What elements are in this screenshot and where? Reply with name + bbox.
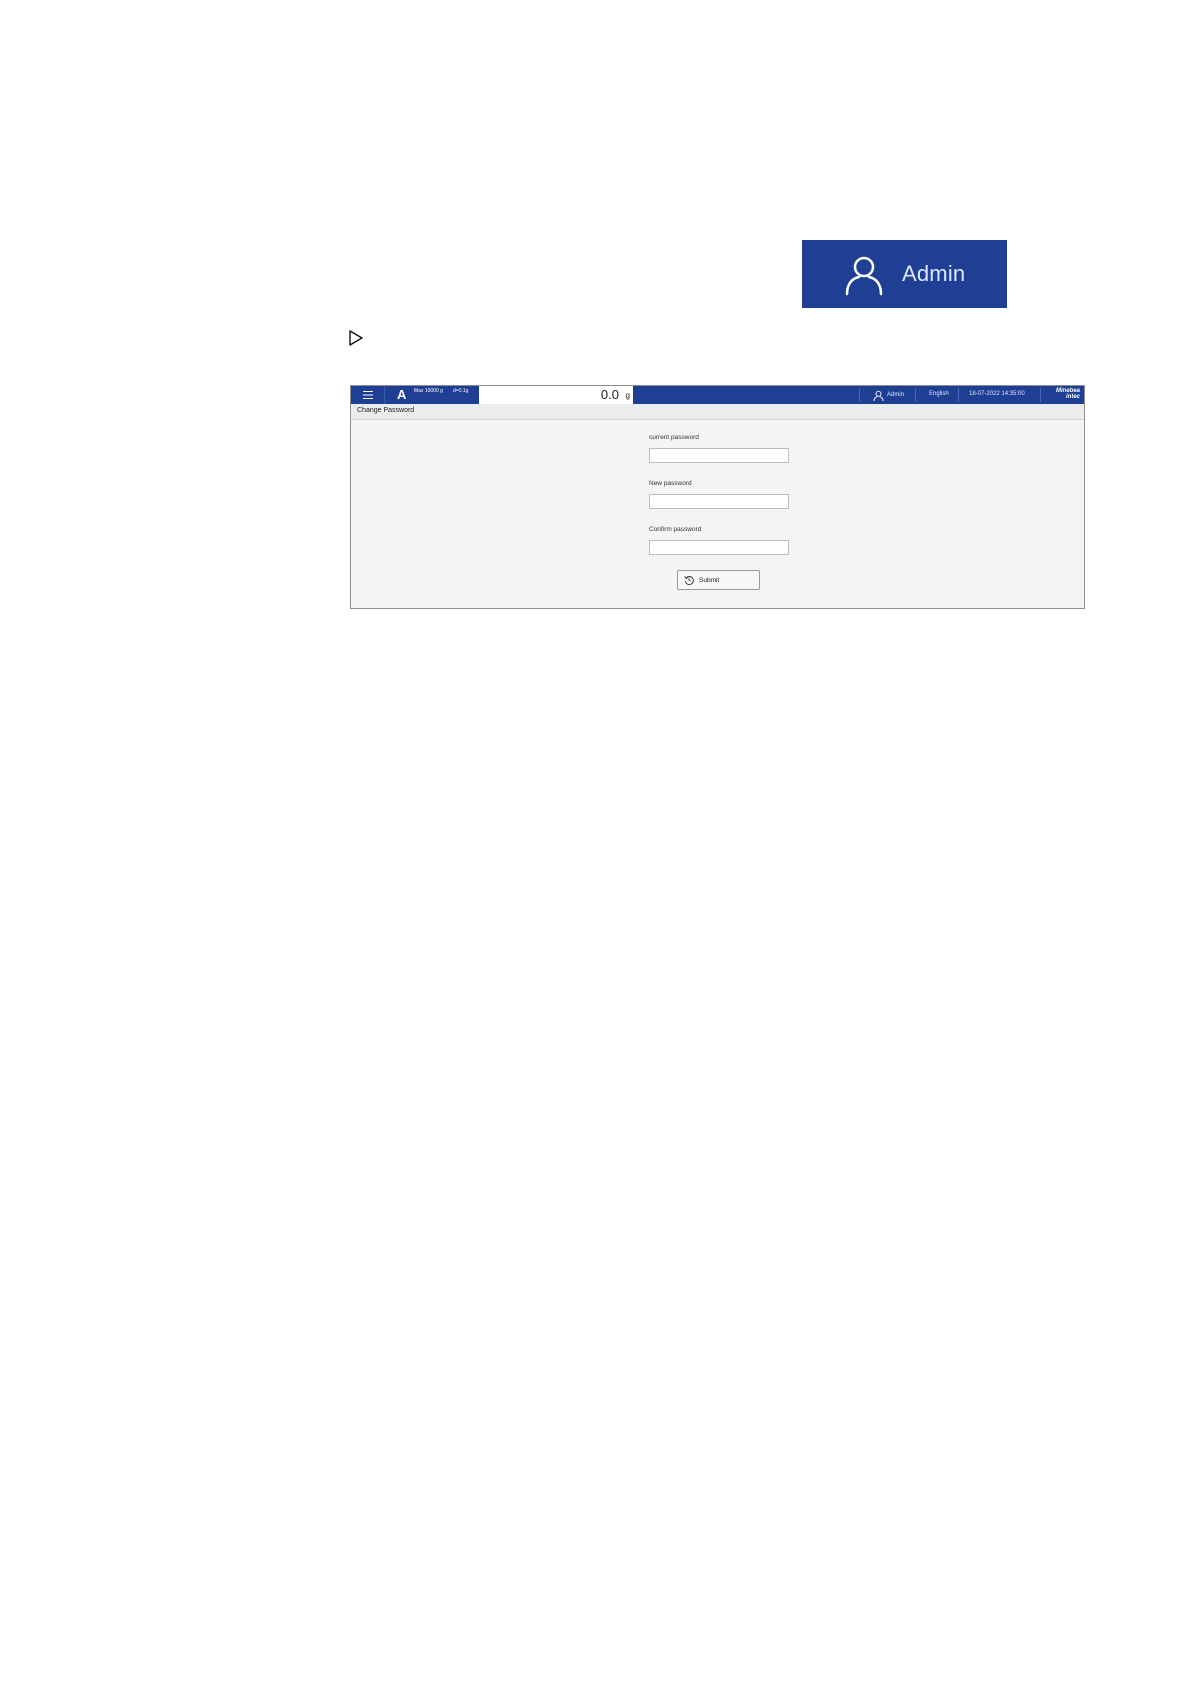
- submit-button[interactable]: Submit: [677, 570, 760, 590]
- confirm-password-label: Confirm password: [649, 526, 702, 533]
- weight-unit: g: [625, 391, 630, 400]
- divider: [958, 388, 959, 402]
- scale-max-capacity: Max 10000 g: [414, 388, 443, 394]
- scale-readability: d=0.1g: [453, 388, 469, 394]
- user-name: Admin: [887, 392, 905, 398]
- datetime-display: 18-07-2022 14:35:00: [969, 391, 1025, 397]
- brand-logo: Minebea intec: [1056, 388, 1080, 400]
- current-password-field[interactable]: [649, 448, 789, 463]
- admin-user-callout: Admin: [802, 240, 1007, 308]
- user-icon: [845, 256, 883, 296]
- submit-refresh-icon: [684, 576, 694, 585]
- language-selector[interactable]: English: [929, 391, 949, 397]
- current-password-label: current password: [649, 434, 699, 441]
- new-password-label: New password: [649, 480, 692, 487]
- submit-label: Submit: [699, 576, 720, 584]
- page-header: Change Password: [351, 404, 1084, 420]
- admin-label: Admin: [902, 261, 966, 286]
- hamburger-menu-icon: [362, 391, 373, 399]
- user-button[interactable]: Admin: [873, 386, 904, 404]
- user-icon: [873, 390, 884, 401]
- scale-id[interactable]: A: [397, 387, 406, 403]
- weight-display: 0.0 g: [479, 386, 633, 404]
- new-password-field[interactable]: [649, 494, 789, 509]
- triangle-right-icon: [349, 330, 363, 346]
- divider: [1040, 388, 1041, 402]
- confirm-password-field[interactable]: [649, 540, 789, 555]
- change-password-screen: A Max 10000 g d=0.1g 0.0 g Admin English…: [350, 385, 1085, 609]
- top-bar: A Max 10000 g d=0.1g 0.0 g Admin English…: [351, 386, 1084, 404]
- divider: [859, 388, 860, 402]
- page-title: Change Password: [357, 407, 415, 414]
- menu-button[interactable]: [351, 386, 385, 404]
- brand-line-2: intec: [1065, 394, 1080, 400]
- weight-value: 0.0: [600, 387, 619, 402]
- divider: [915, 388, 916, 402]
